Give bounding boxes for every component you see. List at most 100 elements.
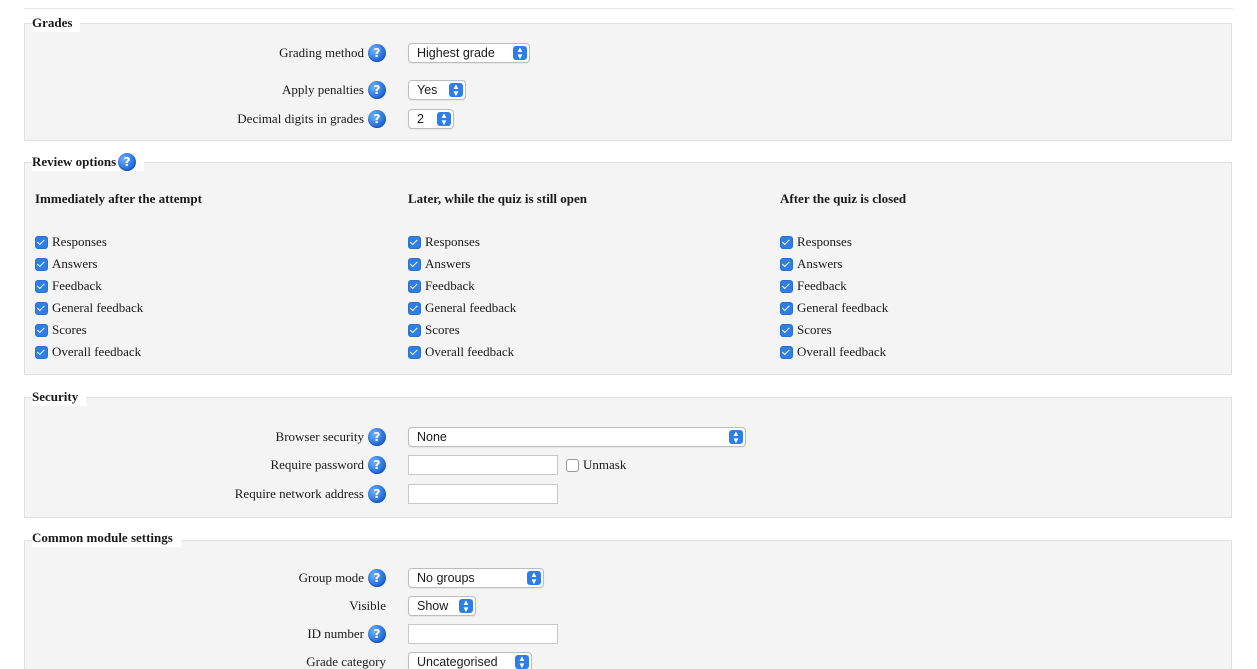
review-checkbox-list: Responses Answers Feedback General feedback… — [780, 231, 1140, 363]
review-option-checkbox[interactable] — [780, 323, 793, 337]
help-icon[interactable]: ? — [368, 44, 386, 62]
review-option-label: Responses — [797, 234, 852, 249]
review-option-checkbox[interactable] — [35, 323, 48, 337]
require-network-input[interactable] — [408, 484, 558, 504]
review-checkbox-list: Responses Answers Feedback General feedback… — [35, 231, 395, 363]
review-option-label: Feedback — [797, 278, 847, 293]
help-icon[interactable]: ? — [368, 485, 386, 503]
review-option-item[interactable]: Answers — [408, 253, 768, 275]
chevron-updown-icon: ▲ ▼ — [729, 430, 743, 445]
review-option-checkbox[interactable] — [408, 301, 421, 315]
review-column-immediately: Immediately after the attempt Responses A… — [35, 191, 395, 363]
apply-penalties-select[interactable]: Yes ▲ ▼ — [408, 80, 466, 100]
review-option-checkbox[interactable] — [408, 323, 421, 337]
group-mode-label: Group mode ? — [299, 569, 386, 587]
require-password-input[interactable] — [408, 455, 558, 475]
id-number-input[interactable] — [408, 624, 558, 644]
review-option-label: Responses — [425, 234, 480, 249]
review-option-label: Overall feedback — [52, 344, 142, 359]
grade-category-select[interactable]: Uncategorised ▲ ▼ — [408, 652, 532, 669]
review-option-item[interactable]: General feedback — [35, 297, 395, 319]
review-option-label: Answers — [797, 256, 843, 271]
chevron-updown-icon: ▲ ▼ — [513, 46, 527, 61]
help-icon[interactable]: ? — [368, 625, 386, 643]
decimal-digits-label: Decimal digits in grades ? — [237, 110, 386, 128]
review-option-item[interactable]: Responses — [35, 231, 395, 253]
review-option-checkbox[interactable] — [35, 279, 48, 293]
review-option-item[interactable]: Feedback — [780, 275, 1140, 297]
common-module-fieldset: Group mode ? No groups ▲ ▼ Visible Show ▲… — [24, 540, 1232, 669]
chevron-updown-icon: ▲ ▼ — [515, 655, 529, 669]
review-option-label: Responses — [52, 234, 107, 249]
review-option-item[interactable]: Overall feedback — [35, 341, 395, 363]
column-heading: Later, while the quiz is still open — [408, 191, 588, 206]
require-network-label: Require network address ? — [235, 485, 386, 503]
review-column-closed: After the quiz is closed Responses Answer… — [780, 191, 1140, 363]
decimal-digits-select[interactable]: 2 ▲ ▼ — [408, 109, 454, 129]
review-option-label: Overall feedback — [425, 344, 515, 359]
review-option-checkbox[interactable] — [408, 279, 421, 293]
review-option-item[interactable]: Scores — [408, 319, 768, 341]
column-heading: Immediately after the attempt — [35, 191, 202, 206]
unmask-checkbox[interactable] — [566, 458, 579, 472]
grades-fieldset: Grading method ? Highest grade ▲ ▼ Apply … — [24, 23, 1232, 141]
review-option-item[interactable]: Overall feedback — [408, 341, 768, 363]
review-option-item[interactable]: Answers — [780, 253, 1140, 275]
grades-legend: Grades — [32, 14, 81, 32]
review-option-item[interactable]: Responses — [780, 231, 1140, 253]
common-module-legend: Common module settings — [32, 529, 181, 547]
review-option-checkbox[interactable] — [780, 257, 793, 271]
review-checkbox-list: Responses Answers Feedback General feedback… — [408, 231, 768, 363]
review-option-item[interactable]: Feedback — [35, 275, 395, 297]
review-option-checkbox[interactable] — [35, 235, 48, 249]
id-number-label: ID number ? — [307, 625, 386, 643]
help-icon[interactable]: ? — [368, 428, 386, 446]
browser-security-select[interactable]: None ▲ ▼ — [408, 427, 746, 447]
review-option-label: General feedback — [425, 300, 517, 315]
review-option-label: Answers — [52, 256, 98, 271]
help-icon[interactable]: ? — [368, 110, 386, 128]
review-option-checkbox[interactable] — [408, 235, 421, 249]
review-option-checkbox[interactable] — [780, 345, 793, 359]
unmask-label: Unmask — [583, 457, 627, 472]
top-divider — [24, 8, 1233, 9]
review-option-checkbox[interactable] — [780, 301, 793, 315]
grading-method-select[interactable]: Highest grade ▲ ▼ — [408, 43, 530, 63]
browser-security-label: Browser security ? — [276, 428, 386, 446]
review-option-label: Feedback — [52, 278, 102, 293]
review-option-label: Feedback — [425, 278, 475, 293]
review-option-item[interactable]: Responses — [408, 231, 768, 253]
review-option-item[interactable]: Feedback — [408, 275, 768, 297]
group-mode-select[interactable]: No groups ▲ ▼ — [408, 568, 544, 588]
review-option-item[interactable]: General feedback — [408, 297, 768, 319]
visible-select[interactable]: Show ▲ ▼ — [408, 596, 476, 616]
review-option-item[interactable]: Overall feedback — [780, 341, 1140, 363]
review-option-label: Scores — [52, 322, 87, 337]
review-option-item[interactable]: Scores — [780, 319, 1140, 341]
review-option-checkbox[interactable] — [408, 345, 421, 359]
chevron-updown-icon: ▲ ▼ — [437, 112, 451, 127]
help-icon[interactable]: ? — [118, 153, 137, 171]
apply-penalties-label: Apply penalties ? — [282, 81, 386, 99]
help-icon[interactable]: ? — [368, 456, 386, 474]
review-options-fieldset: Immediately after the attempt Responses A… — [24, 162, 1232, 375]
review-option-checkbox[interactable] — [35, 345, 48, 359]
review-option-item[interactable]: Answers — [35, 253, 395, 275]
review-option-checkbox[interactable] — [35, 301, 48, 315]
review-option-checkbox[interactable] — [780, 235, 793, 249]
security-fieldset: Browser security ? None ▲ ▼ Require passw… — [24, 397, 1232, 518]
chevron-updown-icon: ▲ ▼ — [449, 83, 463, 98]
security-legend: Security — [32, 388, 87, 406]
review-option-checkbox[interactable] — [780, 279, 793, 293]
grade-category-label: Grade category — [306, 654, 386, 669]
review-option-item[interactable]: General feedback — [780, 297, 1140, 319]
review-option-item[interactable]: Scores — [35, 319, 395, 341]
help-icon[interactable]: ? — [368, 81, 386, 99]
help-icon[interactable]: ? — [368, 569, 386, 587]
review-option-checkbox[interactable] — [35, 257, 48, 271]
review-option-label: Scores — [797, 322, 832, 337]
chevron-updown-icon: ▲ ▼ — [527, 571, 541, 586]
review-option-label: General feedback — [797, 300, 889, 315]
review-option-checkbox[interactable] — [408, 257, 421, 271]
review-option-label: General feedback — [52, 300, 144, 315]
